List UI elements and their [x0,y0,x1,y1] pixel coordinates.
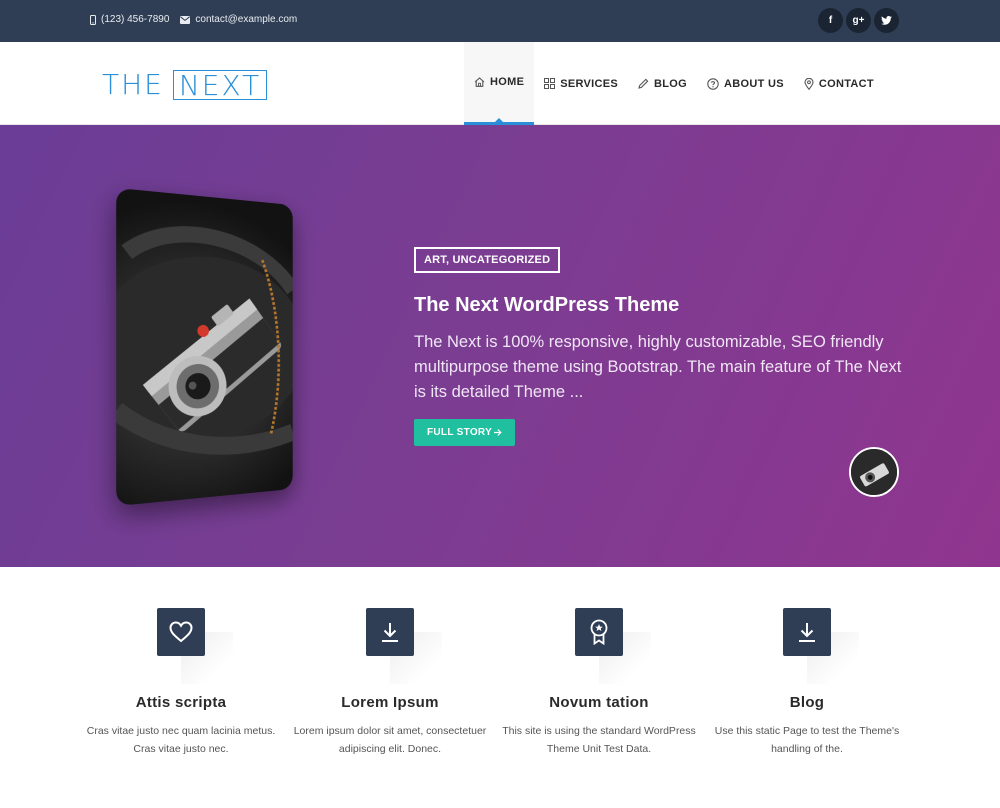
hero-excerpt: The Next is 100% responsive, highly cust… [414,333,902,401]
map-pin-icon [804,77,814,90]
twitter-icon[interactable] [874,8,899,33]
feature-card: Attis scripta Cras vitae justo nec quam … [81,608,281,758]
camera-illustration [116,188,293,506]
full-story-button[interactable]: FULL STORY [414,419,516,446]
feature-title: Blog [789,694,825,711]
nav-label-services: SERVICES [560,77,619,90]
nav-item-blog[interactable]: BLOG [628,42,697,125]
download-icon [366,608,414,656]
features-section: Attis scripta Cras vitae justo nec quam … [0,567,1000,808]
feature-text: Cras vitae justo nec quam lacinia metus.… [86,725,276,755]
phone-number: (123) 456-7890 [101,14,170,25]
top-bar: (123) 456-7890 contact@example.com f g+ [0,0,1000,42]
mobile-phone-icon [90,14,96,25]
featured-image[interactable] [116,187,302,507]
logo-text-the: THE [102,68,164,101]
hero-slider: ART, UNCATEGORIZED The Next WordPress Th… [0,125,1000,567]
feature-card: Novum tation This site is using the stan… [499,608,699,758]
avatar-camera-thumb [851,449,897,495]
nav-item-services[interactable]: SERVICES [534,42,628,125]
nav-label-home: HOME [490,76,525,88]
feature-card: Blog Use this static Page to test the Th… [707,608,907,758]
pencil-icon [638,78,649,89]
feature-title: Novum tation [549,694,649,711]
nav-item-home[interactable]: HOME [464,42,535,125]
feature-title: Lorem Ipsum [341,694,439,711]
social-links: f g+ [815,8,899,33]
arrow-right-icon [494,429,502,436]
hero-title[interactable]: The Next WordPress Theme [414,294,904,317]
heart-icon [157,608,205,656]
phone-item[interactable]: (123) 456-7890 [90,14,169,25]
site-logo[interactable]: THE NEXT [102,68,268,101]
site-header: THE NEXT HOME SERVICES BLOG ABOUT US CON… [0,42,1000,125]
feature-text: Lorem ipsum dolor sit amet, consectetuer… [293,725,487,755]
download-icon [783,608,831,656]
google-plus-icon[interactable]: g+ [846,8,871,33]
feature-title: Attis scripta [135,694,227,711]
contact-info: (123) 456-7890 contact@example.com [90,14,308,25]
email-item[interactable]: contact@example.com [180,14,297,25]
camera-photo [116,187,293,507]
feature-card: Lorem Ipsum Lorem ipsum dolor sit amet, … [290,608,490,758]
nav-item-contact[interactable]: CONTACT [794,42,884,125]
nav-label-blog: BLOG [654,77,688,90]
nav-label-contact: CONTACT [818,77,874,90]
email-address: contact@example.com [195,14,298,25]
hero-content: ART, UNCATEGORIZED The Next WordPress Th… [414,247,904,446]
envelope-icon [180,15,191,24]
facebook-icon[interactable]: f [818,8,843,33]
main-nav: HOME SERVICES BLOG ABOUT US CONTACT [464,42,884,125]
logo-text-next: NEXT [172,69,268,100]
author-avatar[interactable] [849,447,899,497]
full-story-label: FULL STORY [427,427,493,438]
nav-item-about-us[interactable]: ABOUT US [697,42,794,125]
grid-icon [544,78,556,89]
category-tag[interactable]: ART, UNCATEGORIZED [414,247,561,273]
feature-text: Use this static Page to test the Theme's… [714,725,900,755]
feature-text: This site is using the standard WordPres… [502,725,696,755]
home-icon [474,77,485,87]
award-icon [575,608,623,656]
question-icon [707,77,719,90]
nav-label-about-us: ABOUT US [724,77,784,90]
